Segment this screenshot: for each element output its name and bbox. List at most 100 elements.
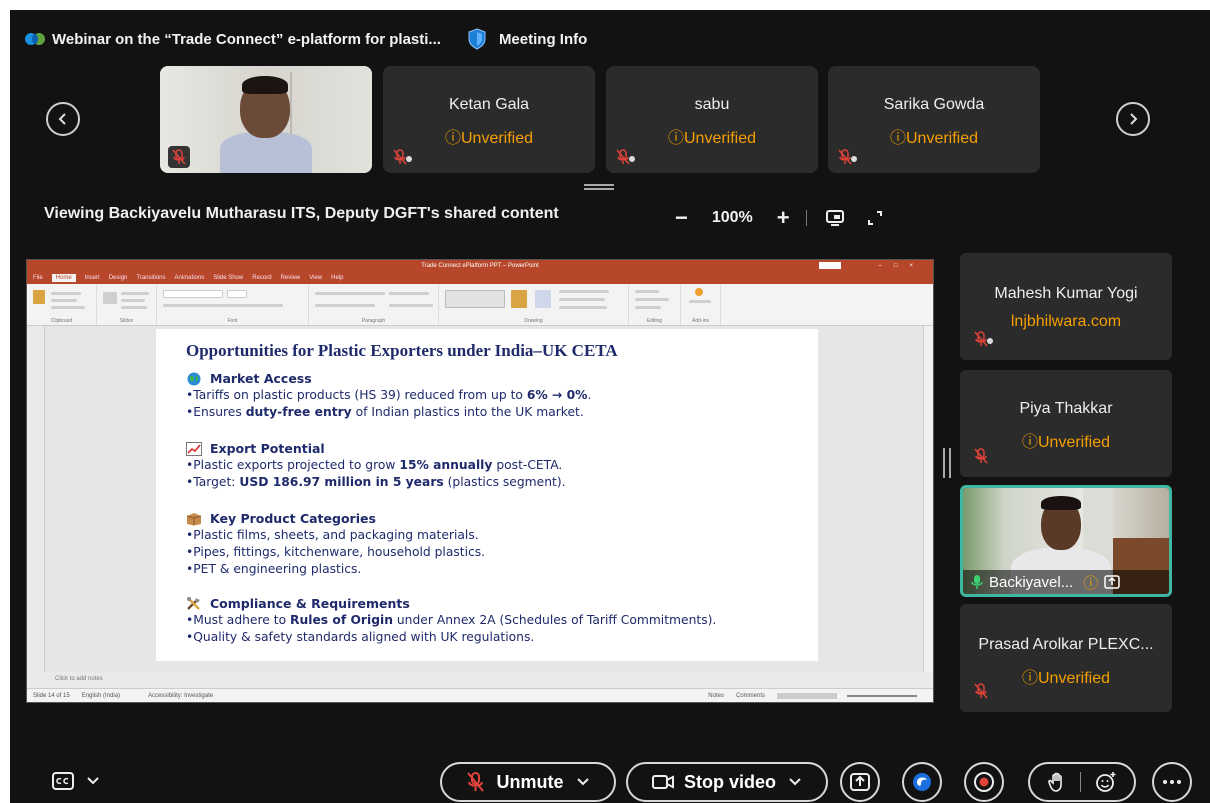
- bullet-line: •Tariffs on plastic products (HS 39) red…: [186, 388, 592, 402]
- emoji-reaction-icon[interactable]: [1095, 771, 1117, 793]
- ppt-editing-area: Opportunities for Plastic Exporters unde…: [27, 326, 933, 672]
- meeting-info-button[interactable]: Meeting Info: [499, 31, 587, 48]
- box-icon: [186, 512, 202, 525]
- ppt-tab-transitions[interactable]: Transitions: [136, 275, 165, 281]
- ppt-tab-help[interactable]: Help: [331, 275, 343, 281]
- mic-muted-icon: [616, 149, 635, 165]
- ppt-tab-record[interactable]: Record: [252, 275, 271, 281]
- slide-title: Opportunities for Plastic Exporters unde…: [186, 341, 618, 360]
- participant-video-tile-1[interactable]: [160, 66, 372, 173]
- record-button[interactable]: [964, 762, 1004, 802]
- meeting-controls-bar: Unmute Stop video: [10, 752, 1210, 803]
- unverified-badge: ⓘUnverified: [667, 130, 757, 147]
- participant-tile-prasad-arolkar[interactable]: Prasad Arolkar PLEXC... ⓘUnverified: [960, 604, 1172, 712]
- ai-assistant-button[interactable]: [902, 762, 942, 802]
- mic-muted-icon: [466, 772, 484, 792]
- participant-org: lnjbhilwara.com: [1010, 313, 1122, 330]
- participant-tile-piya-thakkar[interactable]: Piya Thakkar ⓘUnverified: [960, 370, 1172, 477]
- notes-pane[interactable]: Click to add notes: [27, 672, 933, 688]
- slide-canvas[interactable]: Opportunities for Plastic Exporters unde…: [156, 329, 818, 661]
- chevron-down-icon: [87, 777, 99, 785]
- chevron-right-icon: [1130, 113, 1138, 125]
- share-screen-icon: [850, 773, 870, 791]
- sharing-icon: [1104, 575, 1120, 589]
- filmstrip-prev-button[interactable]: [46, 102, 80, 136]
- shield-icon[interactable]: [467, 28, 487, 50]
- ppt-tab-review[interactable]: Review: [281, 275, 301, 281]
- more-options-button[interactable]: [1152, 762, 1192, 802]
- filmstrip-resize-handle[interactable]: [584, 184, 614, 190]
- participant-name: Piya Thakkar: [1019, 400, 1113, 417]
- participant-tile-ketan-gala[interactable]: Ketan Gala ⓘUnverified: [383, 66, 595, 173]
- webex-logo-icon: [25, 33, 45, 45]
- vertical-scrollbar[interactable]: [923, 326, 933, 672]
- share-button[interactable]: [840, 762, 880, 802]
- ppt-tab-design[interactable]: Design: [109, 275, 128, 281]
- raise-hand-icon[interactable]: [1047, 772, 1066, 792]
- globe-icon: [187, 372, 201, 385]
- participant-figure: [220, 132, 312, 173]
- info-circle-icon: ⓘ: [667, 130, 684, 147]
- bullet-line: •Plastic films, sheets, and packaging ma…: [186, 528, 479, 542]
- shared-screen[interactable]: Trade Connect ePlatform PPT – PowerPoint…: [26, 259, 934, 703]
- webex-meeting-window: Webinar on the “Trade Connect” e-platfor…: [10, 10, 1210, 803]
- panel-resize-handle[interactable]: [943, 448, 951, 478]
- ppt-ribbon-tabs: File Home Insert Design Transitions Anim…: [27, 272, 933, 284]
- pop-out-icon[interactable]: [825, 209, 845, 227]
- ppt-tab-view[interactable]: View: [309, 275, 322, 281]
- captions-button[interactable]: [52, 772, 100, 790]
- info-circle-icon: ⓘ: [1083, 574, 1099, 592]
- chart-up-icon: [186, 441, 202, 456]
- ppt-window-title: Trade Connect ePlatform PPT – PowerPoint: [421, 263, 539, 269]
- participant-video-tile-backiyavelu[interactable]: Backiyavel... ⓘ: [960, 485, 1172, 597]
- more-dots-icon: [1163, 780, 1181, 784]
- ppt-tab-file[interactable]: File: [33, 275, 43, 281]
- participant-name: Mahesh Kumar Yogi: [994, 285, 1138, 302]
- participant-name: Backiyavel...: [989, 573, 1074, 591]
- participant-tile-sarika-gowda[interactable]: Sarika Gowda ⓘUnverified: [828, 66, 1040, 173]
- filmstrip-next-button[interactable]: [1116, 102, 1150, 136]
- ribbon-group-slides: Slides: [97, 284, 157, 325]
- reactions-group: [1028, 762, 1136, 802]
- unmute-button[interactable]: Unmute: [440, 762, 616, 802]
- bullet-line: •Plastic exports projected to grow 15% a…: [186, 458, 563, 472]
- stop-video-button[interactable]: Stop video: [626, 762, 828, 802]
- ppt-window-controls: –□×: [878, 263, 925, 269]
- ribbon-group-clipboard: Clipboard: [27, 284, 97, 325]
- zoom-in-button[interactable]: +: [777, 205, 790, 231]
- ppt-tab-home[interactable]: Home: [51, 274, 76, 282]
- chevron-down-icon: [576, 778, 589, 786]
- fullscreen-icon[interactable]: [867, 210, 883, 226]
- mic-muted-icon: [974, 683, 988, 699]
- unverified-badge: ⓘUnverified: [444, 130, 534, 147]
- participant-name: sabu: [694, 96, 730, 113]
- ppt-tab-slide-show[interactable]: Slide Show: [213, 275, 243, 281]
- shared-content-label: Viewing Backiyavelu Mutharasu ITS, Deput…: [44, 205, 559, 222]
- participant-tile-sabu[interactable]: sabu ⓘUnverified: [606, 66, 818, 173]
- mic-muted-indicator: [974, 331, 994, 352]
- zoom-slider[interactable]: [847, 694, 917, 697]
- zoom-level: 100%: [711, 209, 753, 226]
- participant-tile-mahesh-kumar-yogi[interactable]: Mahesh Kumar Yogi lnjbhilwara.com: [960, 253, 1172, 360]
- bullet-line: •Pipes, fittings, kitchenware, household…: [186, 545, 486, 559]
- info-circle-icon: ⓘ: [1021, 670, 1038, 687]
- video-camera-icon: [651, 775, 674, 789]
- mic-muted-icon: [974, 448, 988, 464]
- ppt-title-bar: Trade Connect ePlatform PPT – PowerPoint…: [27, 260, 933, 272]
- bullet-line: •Must adhere to Rules of Origin under An…: [186, 613, 717, 627]
- ribbon-group-paragraph: Paragraph: [309, 284, 439, 325]
- ppt-tab-insert[interactable]: Insert: [85, 275, 100, 281]
- section-heading-export-potential: Export Potential: [186, 441, 325, 456]
- title-bar: Webinar on the “Trade Connect” e-platfor…: [24, 28, 587, 50]
- chevron-left-icon: [58, 113, 66, 125]
- mic-on-icon: [971, 575, 983, 589]
- section-heading-key-product-categories: Key Product Categories: [186, 511, 376, 526]
- view-buttons[interactable]: [777, 692, 837, 699]
- separator: [1079, 772, 1081, 792]
- record-icon: [974, 772, 994, 792]
- mic-muted-indicator: [838, 149, 858, 165]
- unverified-badge: ⓘUnverified: [1021, 670, 1111, 687]
- zoom-out-button[interactable]: −: [675, 205, 688, 231]
- ppt-tab-animations[interactable]: Animations: [175, 275, 205, 281]
- slide-thumbnails-collapsed[interactable]: [27, 326, 45, 672]
